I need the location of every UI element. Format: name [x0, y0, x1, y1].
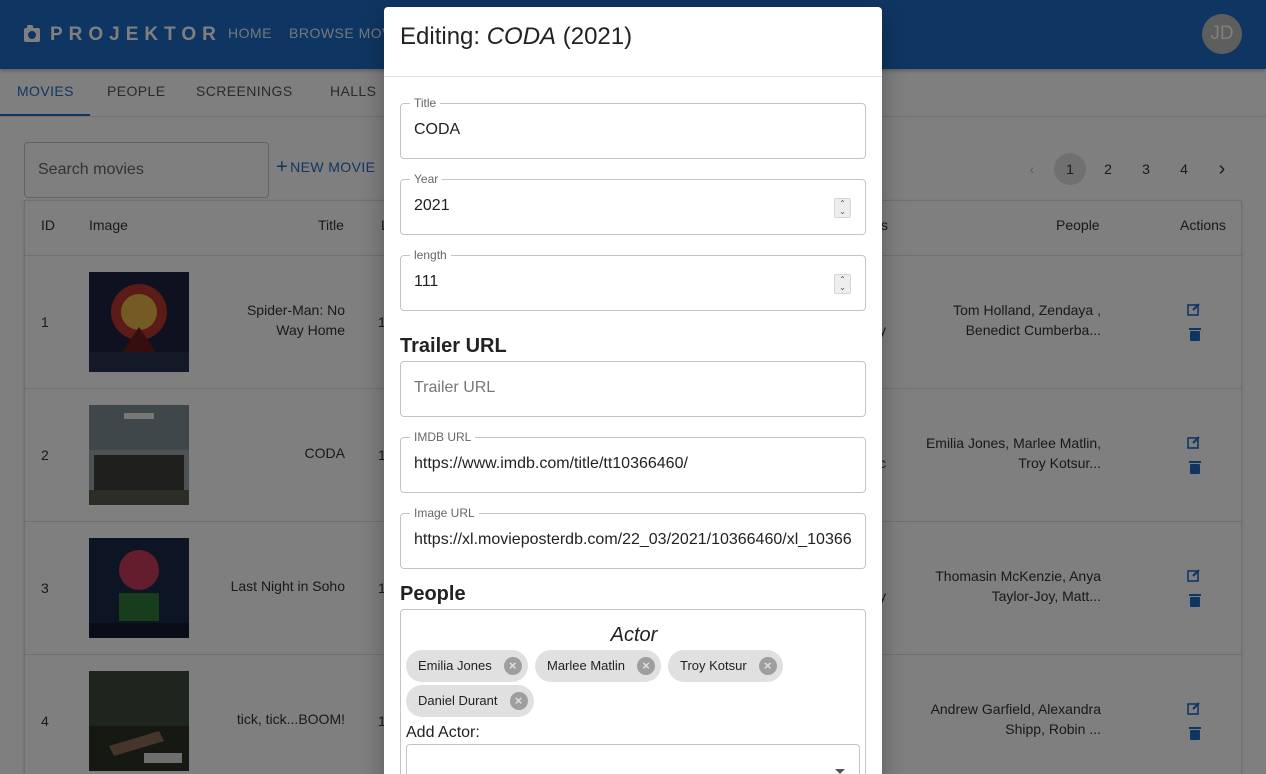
trailer-url-field[interactable]: Trailer URL [400, 361, 866, 417]
year-stepper[interactable]: ⌃ ⌄ [834, 198, 851, 218]
divider [384, 76, 882, 77]
title-field-value: CODA [414, 121, 461, 138]
title-field[interactable]: Title CODA [400, 96, 866, 159]
year-field[interactable]: Year 2021 ⌃ ⌄ [400, 172, 866, 235]
remove-chip-icon[interactable]: × [758, 657, 777, 675]
chevron-down-icon: ⌄ [839, 207, 846, 216]
title-field-label: Title [410, 96, 441, 110]
length-field[interactable]: length 111 ⌃ ⌄ [400, 248, 866, 311]
image-url-field[interactable]: Image URL https://xl.movieposterdb.com/2… [400, 506, 866, 569]
person-chip[interactable]: Daniel Durant × [406, 685, 534, 717]
remove-chip-icon[interactable]: × [509, 692, 528, 710]
year-field-label: Year [410, 172, 443, 186]
role-heading: Actor [610, 624, 658, 646]
person-chip[interactable]: Emilia Jones × [406, 650, 528, 682]
dropdown-caret-icon [835, 769, 845, 774]
chevron-down-icon: ⌄ [839, 283, 846, 292]
people-heading: People [400, 583, 466, 605]
person-chip[interactable]: Marlee Matlin × [535, 650, 662, 682]
imdb-url-value: https://www.imdb.com/title/tt10366460/ [414, 455, 688, 472]
edit-movie-dialog: Editing: CODA (2021) Title CODA Year 202… [384, 7, 882, 774]
people-editor: Actor Emilia Jones × Marlee Matlin × Troy … [400, 609, 866, 774]
dialog-title: Editing: CODA (2021) [400, 23, 633, 50]
remove-chip-icon[interactable]: × [637, 657, 656, 675]
remove-chip-icon[interactable]: × [503, 657, 522, 675]
image-url-label: Image URL [410, 506, 479, 520]
add-actor-select[interactable] [406, 744, 860, 774]
add-actor-label: Add Actor: [406, 724, 480, 741]
imdb-url-label: IMDB URL [410, 430, 476, 444]
length-stepper[interactable]: ⌃ ⌄ [834, 274, 851, 294]
length-field-value: 111 [414, 273, 439, 290]
person-chip[interactable]: Troy Kotsur × [668, 650, 783, 682]
year-field-value: 2021 [414, 197, 450, 214]
image-url-value: https://xl.movieposterdb.com/22_03/2021/… [414, 531, 852, 548]
trailer-url-placeholder: Trailer URL [414, 379, 496, 396]
imdb-url-field[interactable]: IMDB URL https://www.imdb.com/title/tt10… [400, 430, 866, 493]
length-field-label: length [410, 248, 451, 262]
trailer-heading: Trailer URL [400, 335, 507, 357]
